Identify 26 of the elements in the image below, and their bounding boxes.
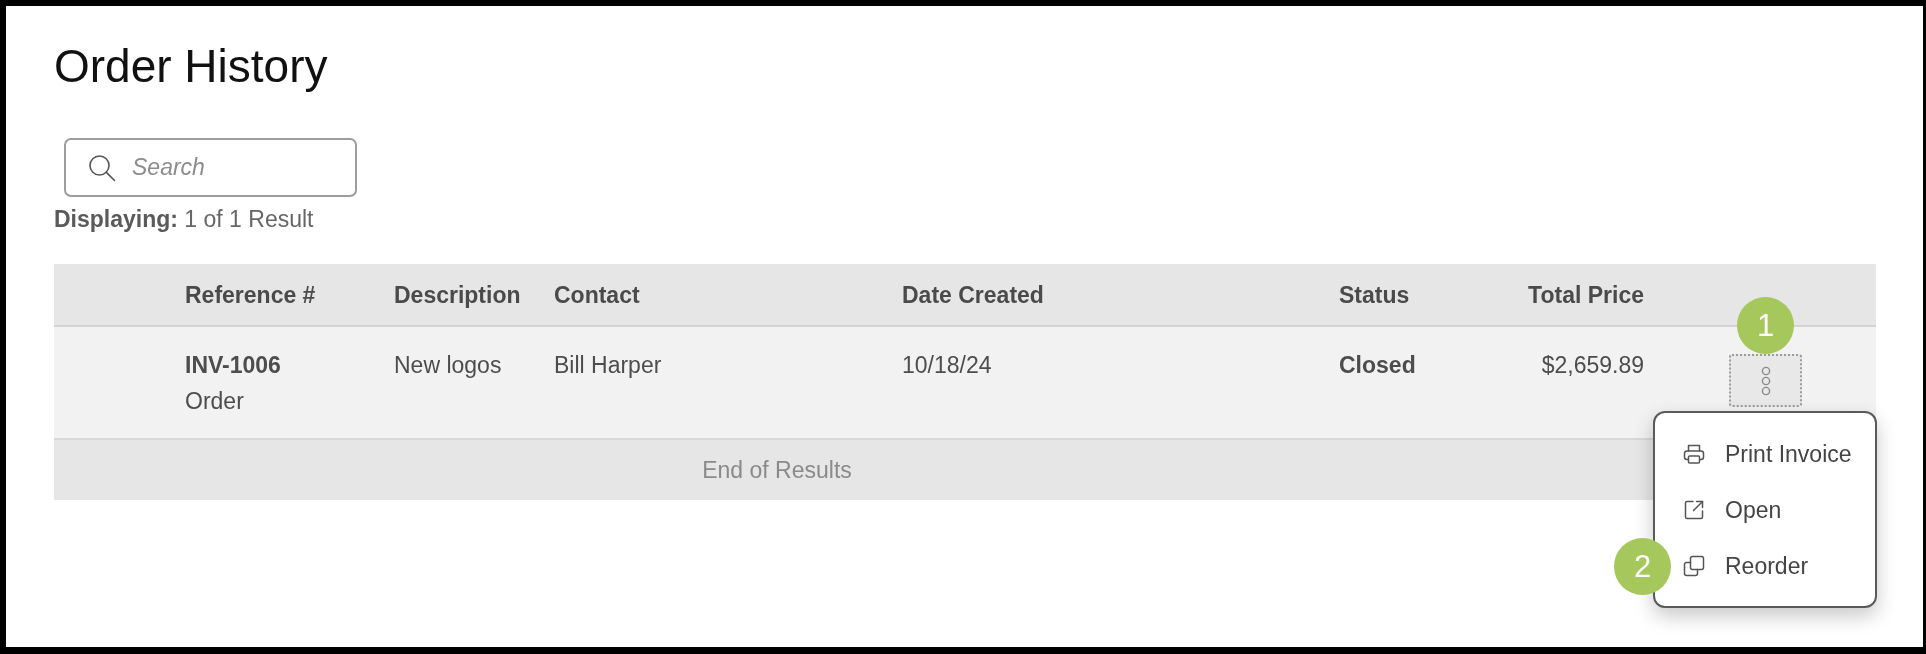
column-header: Date Created xyxy=(902,280,1044,309)
external-link-icon xyxy=(1682,498,1706,522)
copy-icon xyxy=(1682,554,1706,578)
menu-item[interactable]: Open xyxy=(1655,482,1875,538)
printer-icon xyxy=(1682,442,1706,466)
column-header: Description xyxy=(394,280,521,309)
vertical-dots-icon xyxy=(1760,365,1771,396)
column-header: Total Price xyxy=(1528,280,1644,309)
end-of-results-label: End of Results xyxy=(702,456,852,484)
table-cell-text: Bill Harper xyxy=(554,351,662,380)
table-cell-text: 10/18/24 xyxy=(902,351,992,380)
result-summary: Displaying: 1 of 1 Result xyxy=(54,206,314,232)
row-actions-button[interactable] xyxy=(1729,354,1802,407)
table-cell-text: $2,659.89 xyxy=(1541,351,1644,380)
page-title: Order History xyxy=(54,40,328,92)
column-header: Contact xyxy=(554,280,640,309)
search-icon xyxy=(88,154,116,182)
table-cell-text: INV-1006 xyxy=(185,351,281,380)
table-cell-text: New logos xyxy=(394,351,502,380)
table-cell-text: Closed xyxy=(1339,351,1416,380)
table-cell-text: Order xyxy=(185,387,245,416)
search-field[interactable]: Search xyxy=(64,138,357,197)
menu-item[interactable]: Print Invoice xyxy=(1655,426,1875,482)
callout-marker: 2 xyxy=(1614,538,1671,595)
column-header: Reference # xyxy=(185,280,316,309)
column-header: Status xyxy=(1339,280,1410,309)
